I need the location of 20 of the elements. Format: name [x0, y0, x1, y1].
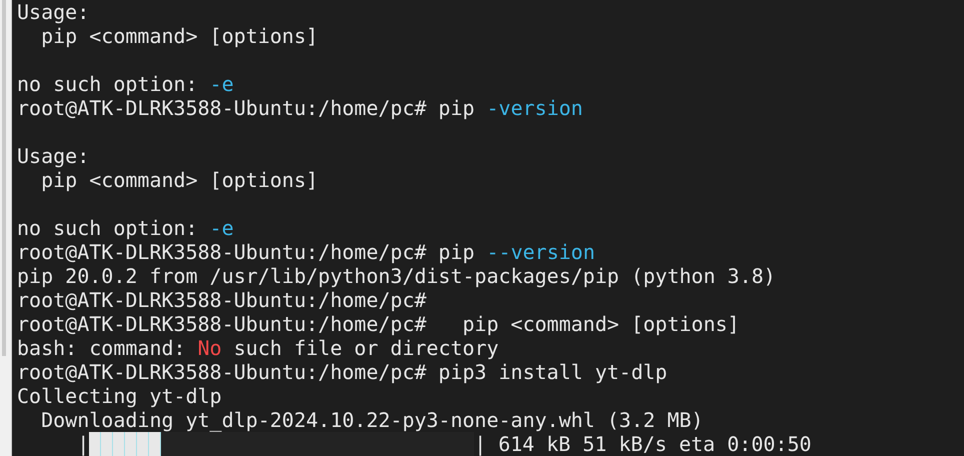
- terminal-line: pip 20.0.2 from /usr/lib/python3/dist-packages/pip (python 3.8): [17, 264, 776, 288]
- terminal-line: root@ATK-DLRK3588-Ubuntu:/home/pc# pip --version: [17, 240, 595, 264]
- scrollbar[interactable]: [0, 0, 12, 456]
- terminal-line: bash: command: No such file or directory: [17, 336, 499, 360]
- terminal-line: pip <command> [options]: [40, 24, 318, 48]
- terminal-line: no such option: -e: [17, 216, 234, 240]
- scrollbar-thumb[interactable]: [2, 0, 6, 356]
- progress-bar-edge: |: [76, 432, 90, 456]
- terminal-line: pip <command> [options]: [40, 168, 318, 192]
- terminal-line: Usage:: [17, 0, 90, 24]
- terminal-line: Downloading yt_dlp-2024.10.22-py3-none-any.whl (3.2 MB): [40, 408, 704, 432]
- terminal-line: root@ATK-DLRK3588-Ubuntu:/home/pc# pip -version: [17, 96, 583, 120]
- terminal-line: root@ATK-DLRK3588-Ubuntu:/home/pc# pip <command> [options]: [17, 312, 740, 336]
- download-status: 614 kB 51 kB/s eta 0:00:50: [497, 432, 812, 456]
- terminal-line: root@ATK-DLRK3588-Ubuntu:/home/pc#: [17, 288, 426, 312]
- terminal-line: Usage:: [17, 144, 90, 168]
- progress-bar-edge: |: [474, 432, 486, 456]
- terminal-line: no such option: -e: [17, 72, 234, 96]
- terminal-line: Collecting yt-dlp: [17, 384, 222, 408]
- terminal-line: root@ATK-DLRK3588-Ubuntu:/home/pc# pip3 install yt-dlp: [17, 360, 668, 384]
